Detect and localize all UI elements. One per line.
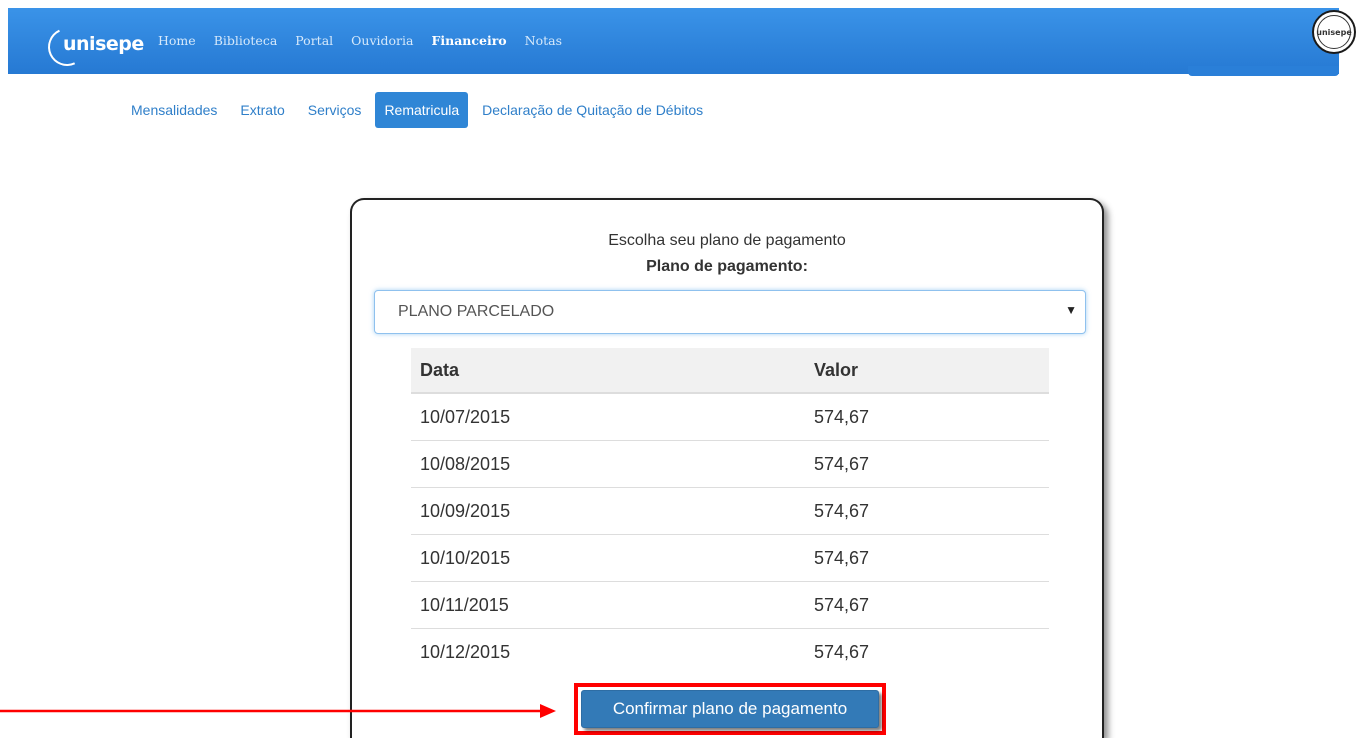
financeiro-subnav: Mensalidades Extrato Serviços Rematricul…: [122, 92, 717, 128]
installment-date: 10/11/2015: [411, 581, 805, 629]
table-row: 10/12/2015 574,67: [411, 628, 1049, 675]
tab-extrato[interactable]: Extrato: [231, 92, 293, 128]
nav-item-home[interactable]: Home: [158, 33, 196, 48]
main-nav: Home Biblioteca Portal Ouvidoria Finance…: [158, 33, 580, 48]
card-title: Escolha seu plano de pagamento: [608, 232, 846, 249]
tab-servicos[interactable]: Serviços: [299, 92, 371, 128]
table-row: 10/10/2015 574,67: [411, 534, 1049, 582]
confirm-plan-button[interactable]: Confirmar plano de pagamento: [581, 690, 879, 728]
table-row: 10/07/2015 574,67: [411, 392, 1049, 441]
payment-plan-card: Escolha seu plano de pagamento Plano de …: [350, 198, 1104, 738]
installment-value: 574,67: [805, 392, 1049, 441]
annotation-arrow-icon: [0, 704, 556, 718]
chevron-down-icon: ▼: [1065, 303, 1077, 317]
installment-date: 10/09/2015: [411, 487, 805, 535]
nav-item-portal[interactable]: Portal: [295, 33, 333, 48]
installment-value: 574,67: [805, 534, 1049, 582]
table-row: 10/08/2015 574,67: [411, 440, 1049, 488]
payment-plan-select[interactable]: PLANO PARCELADO ▼: [374, 290, 1086, 334]
installment-value: 574,67: [805, 440, 1049, 488]
user-menu-strip: [1188, 66, 1339, 76]
tab-declaracao-quitacao[interactable]: Declaração de Quitação de Débitos: [473, 92, 712, 128]
installments-table: Data Valor 10/07/2015 574,67 10/08/2015 …: [411, 348, 1049, 675]
installment-date: 10/07/2015: [411, 392, 805, 441]
column-header-data: Data: [411, 348, 805, 394]
user-avatar[interactable]: unisepe: [1312, 10, 1356, 54]
selected-plan-value: PLANO PARCELADO: [398, 303, 555, 320]
nav-item-biblioteca[interactable]: Biblioteca: [214, 33, 278, 48]
nav-item-ouvidoria[interactable]: Ouvidoria: [351, 33, 413, 48]
table-row: 10/11/2015 574,67: [411, 581, 1049, 629]
tab-mensalidades[interactable]: Mensalidades: [122, 92, 226, 128]
plan-select-label: Plano de pagamento:: [646, 258, 808, 275]
logo-text: unisepe: [63, 33, 144, 55]
column-header-valor: Valor: [805, 348, 1049, 394]
installment-date: 10/10/2015: [411, 534, 805, 582]
top-navbar: unisepe Home Biblioteca Portal Ouvidoria…: [8, 8, 1339, 74]
installment-date: 10/12/2015: [411, 628, 805, 675]
table-header-row: Data Valor: [411, 348, 1049, 394]
installment-value: 574,67: [805, 628, 1049, 675]
nav-item-financeiro[interactable]: Financeiro: [431, 33, 506, 48]
installment-value: 574,67: [805, 487, 1049, 535]
confirm-highlight-box: Confirmar plano de pagamento: [574, 683, 886, 735]
table-row: 10/09/2015 574,67: [411, 487, 1049, 535]
nav-item-notas[interactable]: Notas: [525, 33, 562, 48]
tab-rematricula[interactable]: Rematricula: [375, 92, 469, 128]
avatar-logo: unisepe: [1316, 15, 1352, 49]
installment-value: 574,67: [805, 581, 1049, 629]
installment-date: 10/08/2015: [411, 440, 805, 488]
